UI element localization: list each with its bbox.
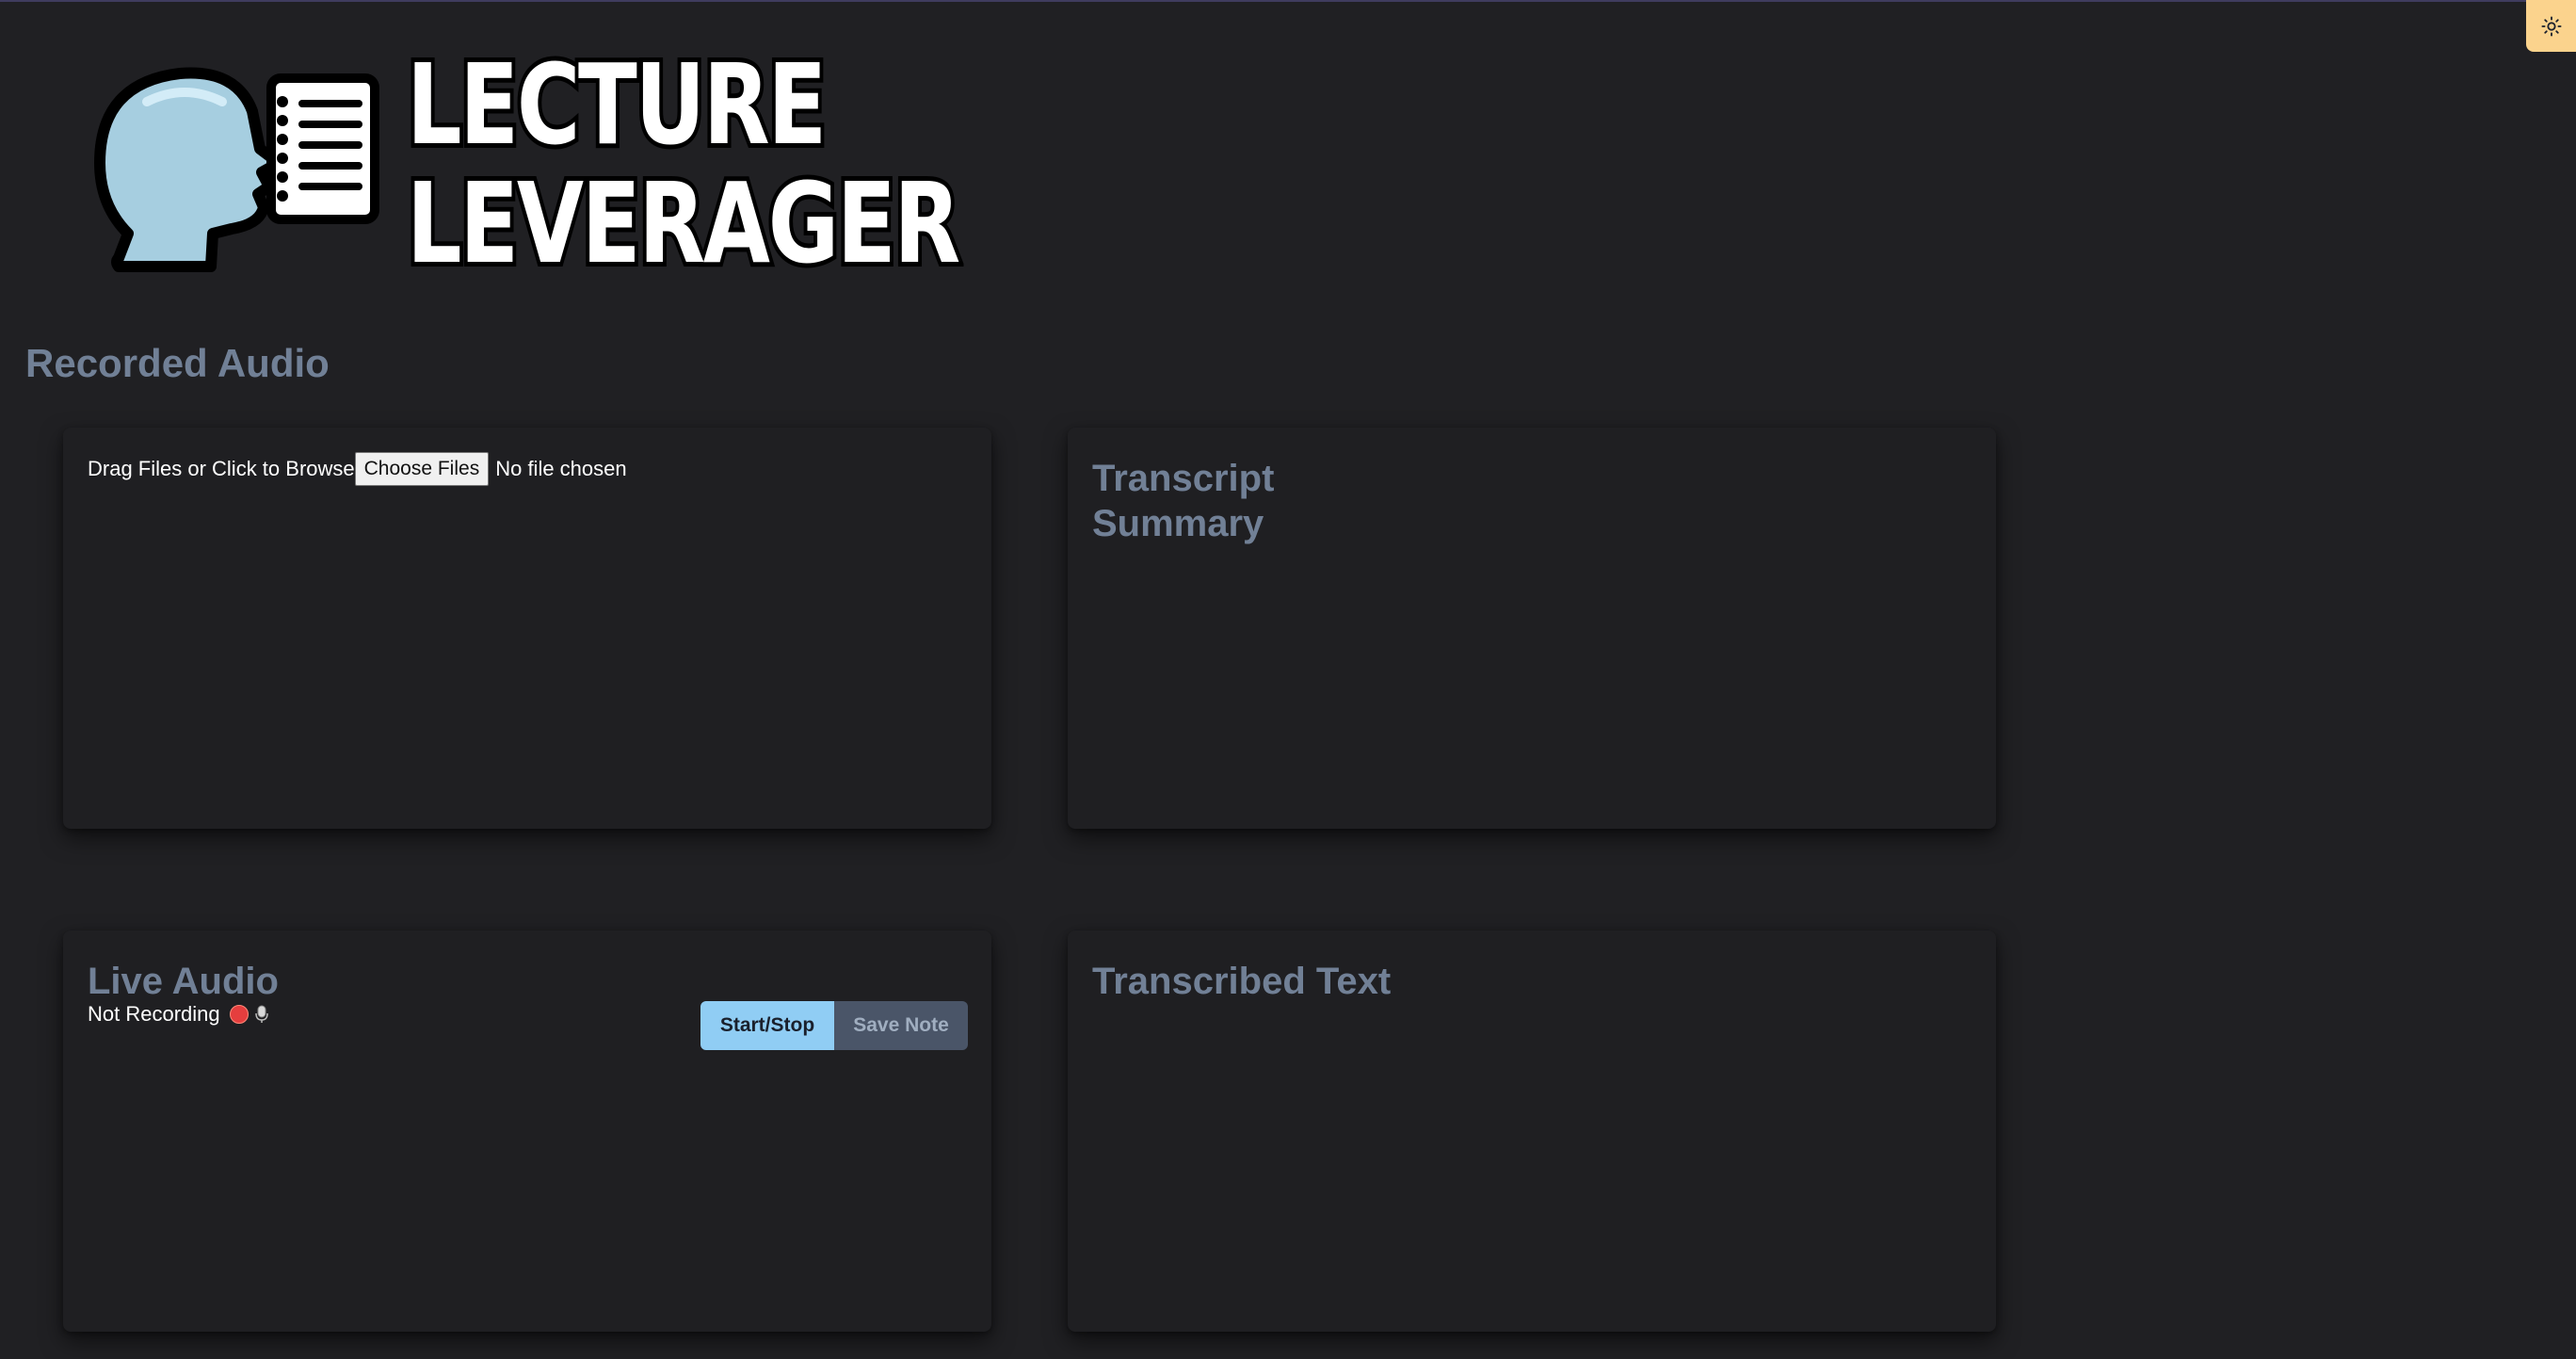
- sun-icon: [2540, 15, 2562, 37]
- drop-label: Drag Files or Click to Browse: [88, 457, 355, 480]
- head-speaking-icon: [94, 67, 379, 272]
- recording-controls: Start/Stop Save Note: [700, 1001, 968, 1050]
- logo-text: LECTURE LEVERAGER: [403, 40, 964, 288]
- live-audio-title: Live Audio: [88, 961, 279, 1002]
- live-audio-panel: Live Audio Not Recording Start/Stop Save…: [63, 930, 991, 1332]
- logo-line-1: LECTURE: [403, 40, 830, 170]
- top-border: [0, 0, 2576, 2]
- recording-status-text: Not Recording: [88, 1002, 220, 1026]
- recorded-audio-title: Recorded Audio: [25, 341, 330, 385]
- file-upload-dropzone[interactable]: Drag Files or Click to Browse Choose Fil…: [63, 428, 991, 829]
- start-stop-button[interactable]: Start/Stop: [700, 1001, 834, 1050]
- recording-status: Not Recording: [88, 1002, 269, 1027]
- theme-toggle-button[interactable]: [2526, 0, 2576, 52]
- transcript-summary-title: Transcript Summary: [1092, 456, 1274, 546]
- transcript-summary-panel: Transcript Summary: [1068, 428, 1996, 829]
- transcribed-text-panel: Transcribed Text: [1068, 930, 1996, 1332]
- file-status: No file chosen: [495, 457, 627, 480]
- transcribed-text-title: Transcribed Text: [1092, 961, 1392, 1002]
- record-dot-icon: [229, 1005, 249, 1024]
- choose-files-button[interactable]: Choose Files: [354, 452, 490, 486]
- summary-title-line-2: Summary: [1092, 503, 1264, 544]
- summary-title-line-1: Transcript: [1092, 458, 1275, 499]
- app-logo: LECTURE LEVERAGER: [90, 40, 964, 287]
- microphone-icon: [254, 1005, 269, 1024]
- save-note-button[interactable]: Save Note: [834, 1001, 968, 1050]
- logo-line-2: LEVERAGER: [403, 158, 964, 288]
- upload-row: Drag Files or Click to Browse Choose Fil…: [88, 452, 627, 486]
